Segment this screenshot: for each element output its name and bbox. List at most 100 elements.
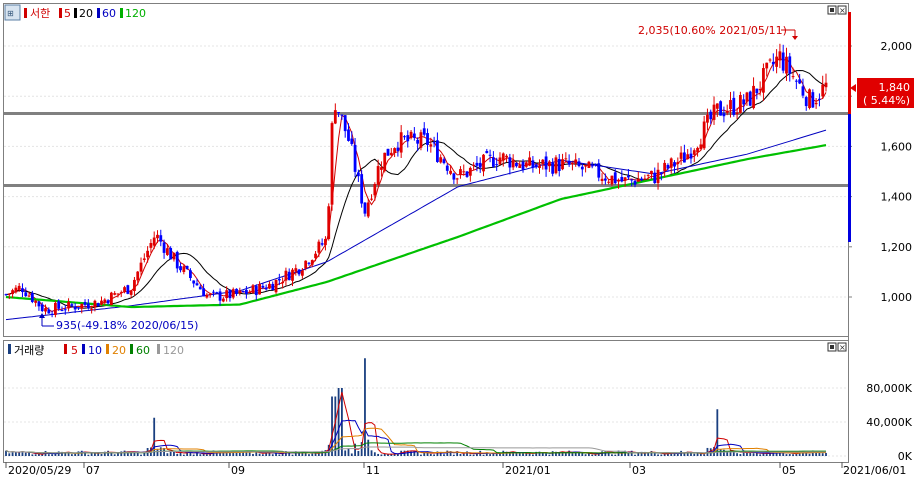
- volume-bar: [462, 454, 465, 456]
- candle-body: [798, 79, 802, 84]
- volume-bar: [584, 454, 587, 456]
- candle-body: [44, 308, 47, 312]
- price-legend-ma20: 20: [79, 7, 93, 20]
- candle-body: [123, 287, 126, 292]
- candle-body: [80, 303, 84, 309]
- x-axis: 2020/05/29 07 09 11 2021/01 03 05 2021/06/01: [5, 462, 906, 477]
- candle-body: [745, 92, 749, 102]
- candle-body: [314, 253, 317, 259]
- candle-body: [702, 121, 706, 149]
- price-tick-label: 1,400: [881, 191, 913, 204]
- x-tick-label: 11: [366, 464, 380, 477]
- candle-body: [478, 162, 482, 168]
- volume-bar: [288, 452, 291, 456]
- candle-body: [465, 171, 469, 177]
- volume-bar: [564, 453, 567, 456]
- volume-bar: [156, 448, 159, 456]
- candle-body: [393, 148, 396, 154]
- volume-bar: [87, 454, 90, 456]
- volume-bar: [673, 453, 676, 456]
- candle-body: [564, 158, 568, 160]
- candle-body: [650, 170, 653, 175]
- candle-body: [215, 292, 219, 294]
- volume-bar: [489, 454, 491, 456]
- candle-body: [742, 99, 746, 105]
- volume-bar: [380, 454, 383, 456]
- candle-body: [4, 294, 8, 296]
- price-range-bar-up: [848, 12, 851, 114]
- candle-body: [287, 271, 291, 281]
- candle-body: [752, 85, 755, 109]
- candle-body: [659, 173, 663, 175]
- candle-body: [600, 178, 604, 181]
- volume-bar: [736, 453, 738, 456]
- candle-body: [590, 165, 594, 167]
- candle-body: [762, 68, 765, 93]
- volume-bar: [788, 454, 791, 456]
- volume-bar: [235, 452, 238, 456]
- candle-body: [47, 309, 51, 314]
- volume-bar: [581, 453, 584, 456]
- candle-body: [603, 178, 607, 181]
- candle-body: [679, 152, 683, 159]
- candle-body: [554, 157, 558, 174]
- candle-body: [656, 169, 660, 184]
- candle-body: [781, 52, 785, 71]
- volume-panel-frame: [3, 340, 849, 463]
- price-panel-frame: [3, 3, 849, 337]
- volume-bar: [545, 453, 547, 456]
- candle-body: [722, 113, 726, 117]
- volume-bar: [821, 453, 824, 456]
- candle-body: [557, 158, 561, 172]
- candle-body: [165, 248, 169, 255]
- candle-body: [409, 131, 413, 139]
- volume-legend-ma10: 10: [88, 344, 102, 357]
- candle-body: [386, 148, 390, 156]
- volume-bar: [765, 454, 768, 456]
- candle-body: [824, 82, 828, 88]
- candle-body: [574, 159, 578, 164]
- candle-body: [449, 170, 452, 174]
- candle-body: [541, 159, 545, 165]
- candle-body: [416, 139, 420, 144]
- candle-body: [689, 153, 693, 159]
- volume-bar: [14, 452, 17, 456]
- candle-body: [133, 279, 136, 291]
- x-tick-label: 2021/01: [505, 464, 551, 477]
- volume-bar: [271, 454, 274, 456]
- candle-body: [251, 285, 255, 293]
- candle-body: [330, 123, 334, 205]
- volume-bar: [140, 454, 142, 456]
- candle-body: [53, 302, 57, 315]
- candle-body: [189, 270, 192, 279]
- candle-body: [821, 84, 825, 97]
- candle-body: [515, 163, 518, 167]
- volume-bar: [166, 453, 169, 456]
- volume-bar: [518, 453, 521, 456]
- candle-body: [172, 252, 176, 260]
- candle-body: [37, 301, 41, 307]
- candle-body: [100, 300, 103, 305]
- volume-bar: [594, 454, 597, 456]
- candle-body: [258, 284, 261, 295]
- volume-bar: [261, 454, 264, 456]
- volume-bar: [357, 450, 360, 456]
- candle-body: [429, 144, 433, 147]
- candle-body: [113, 293, 117, 295]
- price-legend-ma5: 5: [64, 7, 71, 20]
- candle-body: [488, 154, 492, 156]
- volume-bar: [370, 450, 373, 456]
- x-tick-label: 03: [632, 464, 646, 477]
- volume-bar: [47, 454, 50, 456]
- volume-bar: [614, 454, 617, 456]
- candle-body: [40, 304, 44, 312]
- volume-bar: [123, 450, 126, 456]
- volume-bar: [344, 450, 347, 456]
- candle-body: [212, 291, 215, 293]
- candle-body: [17, 285, 21, 290]
- volume-bar: [515, 453, 518, 456]
- candle-body: [673, 162, 676, 167]
- volume-bar: [653, 453, 656, 456]
- candle-body: [472, 164, 476, 166]
- candle-body: [653, 172, 657, 184]
